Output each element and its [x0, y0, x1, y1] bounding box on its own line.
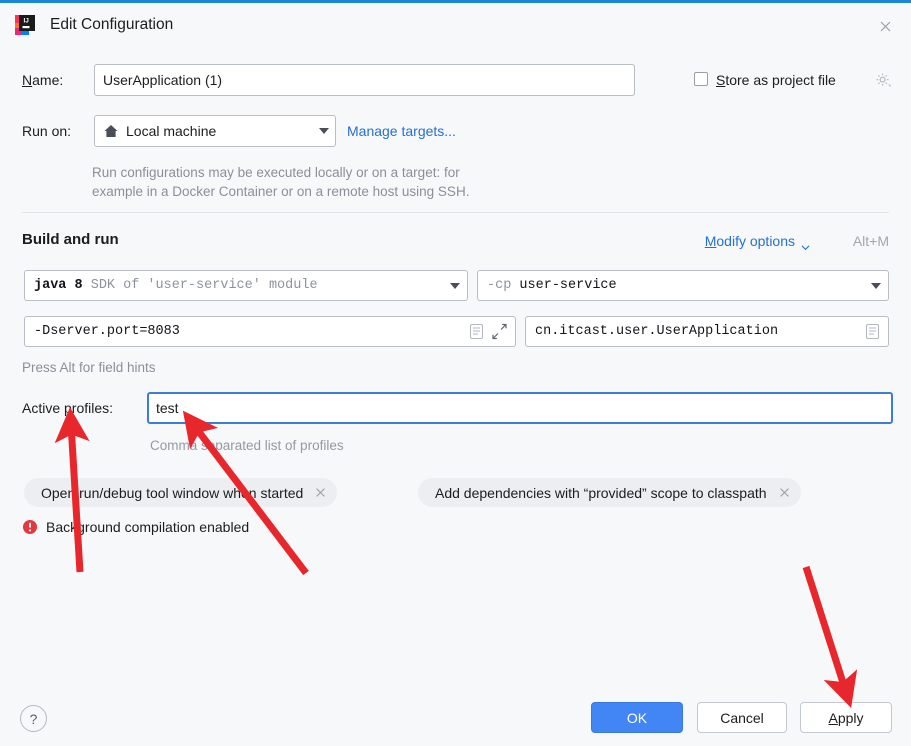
- store-as-project-file-checkbox[interactable]: [694, 72, 708, 86]
- modify-options-shortcut: Alt+M: [852, 233, 889, 249]
- name-label: Name:: [22, 72, 64, 88]
- run-on-hint-line-2: example in a Docker Container or on a re…: [92, 184, 470, 199]
- apply-button[interactable]: Apply: [800, 702, 892, 733]
- option-chip-add-provided-dependencies[interactable]: Add dependencies with “provided” scope t…: [418, 478, 801, 507]
- close-icon[interactable]: [778, 486, 791, 499]
- classpath-prefix: -cp: [487, 278, 512, 293]
- main-class-field[interactable]: cn.itcast.user.UserApplication: [525, 316, 889, 347]
- chevron-down-icon: [319, 128, 329, 134]
- active-profiles-label: Active profiles:: [22, 400, 114, 416]
- jdk-name: java 8: [34, 278, 83, 293]
- jdk-combobox[interactable]: java 8 SDK of 'user-service' module: [24, 270, 468, 301]
- classpath-module: user-service: [519, 278, 617, 293]
- chevron-down-icon[interactable]: [801, 239, 810, 251]
- home-icon: [103, 123, 119, 139]
- alt-field-hints-text: Press Alt for field hints: [22, 360, 156, 375]
- error-circle-icon: [22, 519, 38, 535]
- ok-button[interactable]: OK: [591, 702, 683, 733]
- document-lines-icon[interactable]: [468, 323, 485, 340]
- vm-options-field[interactable]: -Dserver.port=8083: [24, 316, 516, 347]
- document-lines-icon[interactable]: [864, 323, 881, 340]
- classpath-combobox[interactable]: -cp user-service: [477, 270, 889, 301]
- question-mark-icon: ?: [29, 710, 38, 727]
- name-input[interactable]: [94, 64, 635, 96]
- build-and-run-title: Build and run: [22, 231, 119, 248]
- section-divider: [22, 212, 889, 213]
- run-on-hint-line-1: Run configurations may be executed local…: [92, 165, 460, 180]
- modify-options-link[interactable]: Modify options: [705, 233, 795, 249]
- run-on-value: Local machine: [126, 123, 217, 139]
- run-on-label: Run on:: [22, 123, 72, 139]
- run-on-combobox[interactable]: Local machine: [94, 115, 336, 147]
- dialog-title: Edit Configuration: [50, 16, 174, 33]
- cancel-button[interactable]: Cancel: [697, 702, 787, 733]
- intellij-idea-logo-icon: IJ: [14, 14, 36, 36]
- expand-diagonal-icon[interactable]: [491, 323, 508, 340]
- vm-options-value: -Dserver.port=8083: [34, 324, 180, 339]
- chip-label: Add dependencies with “provided” scope t…: [435, 484, 767, 501]
- warning-text: Background compilation enabled: [46, 519, 250, 535]
- background-compilation-warning: Background compilation enabled: [22, 519, 249, 535]
- active-profiles-input[interactable]: [147, 392, 893, 424]
- help-button[interactable]: ?: [20, 705, 47, 732]
- chevron-down-icon: [450, 282, 460, 289]
- close-icon[interactable]: [873, 14, 897, 38]
- jdk-description: SDK of 'user-service' module: [90, 278, 318, 293]
- run-on-hint: Run configurations may be executed local…: [92, 163, 612, 201]
- close-icon[interactable]: [314, 486, 327, 499]
- chevron-down-icon: [871, 282, 881, 289]
- gear-icon[interactable]: [874, 71, 892, 89]
- active-profiles-hint: Comma separated list of profiles: [150, 438, 344, 453]
- arrow-to-apply-button: [802, 565, 858, 709]
- option-chip-open-run-debug-tool-window[interactable]: Open run/debug tool window when started: [24, 478, 338, 507]
- main-class-value: cn.itcast.user.UserApplication: [535, 324, 779, 339]
- manage-targets-link[interactable]: Manage targets...: [347, 123, 456, 139]
- store-as-project-file-label[interactable]: Store as project file: [716, 72, 836, 88]
- chip-label: Open run/debug tool window when started: [41, 484, 304, 501]
- svg-text:IJ: IJ: [24, 18, 30, 25]
